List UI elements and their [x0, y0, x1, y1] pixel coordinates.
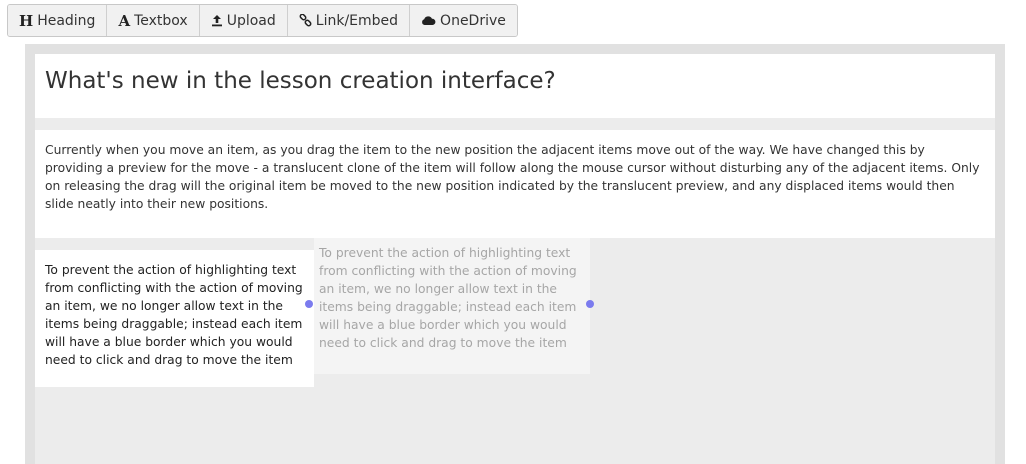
lesson-canvas-inner: What's new in the lesson creation interf…: [35, 54, 995, 464]
textbox-button-label: Textbox: [134, 12, 188, 29]
link-embed-button[interactable]: Link/Embed: [287, 5, 411, 36]
onedrive-button[interactable]: OneDrive: [410, 5, 517, 36]
drag-preview-text: To prevent the action of highlighting te…: [319, 246, 577, 350]
link-icon: [299, 14, 312, 27]
textbox-icon: A: [118, 11, 131, 30]
paragraph-item[interactable]: Currently when you move an item, as you …: [35, 130, 995, 238]
heading-button-label: Heading: [37, 12, 96, 29]
lesson-heading: What's new in the lesson creation interf…: [45, 68, 556, 94]
insert-toolbar: H Heading A Textbox Upload Link/Embed On…: [7, 4, 518, 37]
heading-item[interactable]: What's new in the lesson creation interf…: [35, 54, 995, 118]
textbox-button[interactable]: A Textbox: [107, 5, 200, 36]
resize-handle-right[interactable]: [586, 300, 594, 308]
item-text: To prevent the action of highlighting te…: [45, 263, 303, 367]
onedrive-button-label: OneDrive: [440, 12, 506, 29]
drag-preview-clone: To prevent the action of highlighting te…: [314, 238, 590, 374]
heading-icon: H: [19, 11, 34, 30]
resize-handle-left[interactable]: [305, 300, 313, 308]
upload-button[interactable]: Upload: [199, 5, 288, 36]
cloud-icon: [421, 15, 436, 26]
link-embed-button-label: Link/Embed: [315, 12, 399, 29]
heading-button[interactable]: H Heading: [8, 5, 108, 36]
upload-icon: [211, 14, 223, 27]
upload-button-label: Upload: [226, 12, 276, 29]
lesson-paragraph: Currently when you move an item, as you …: [45, 143, 980, 211]
draggable-text-item[interactable]: To prevent the action of highlighting te…: [35, 250, 314, 387]
lesson-canvas: What's new in the lesson creation interf…: [25, 44, 1005, 464]
